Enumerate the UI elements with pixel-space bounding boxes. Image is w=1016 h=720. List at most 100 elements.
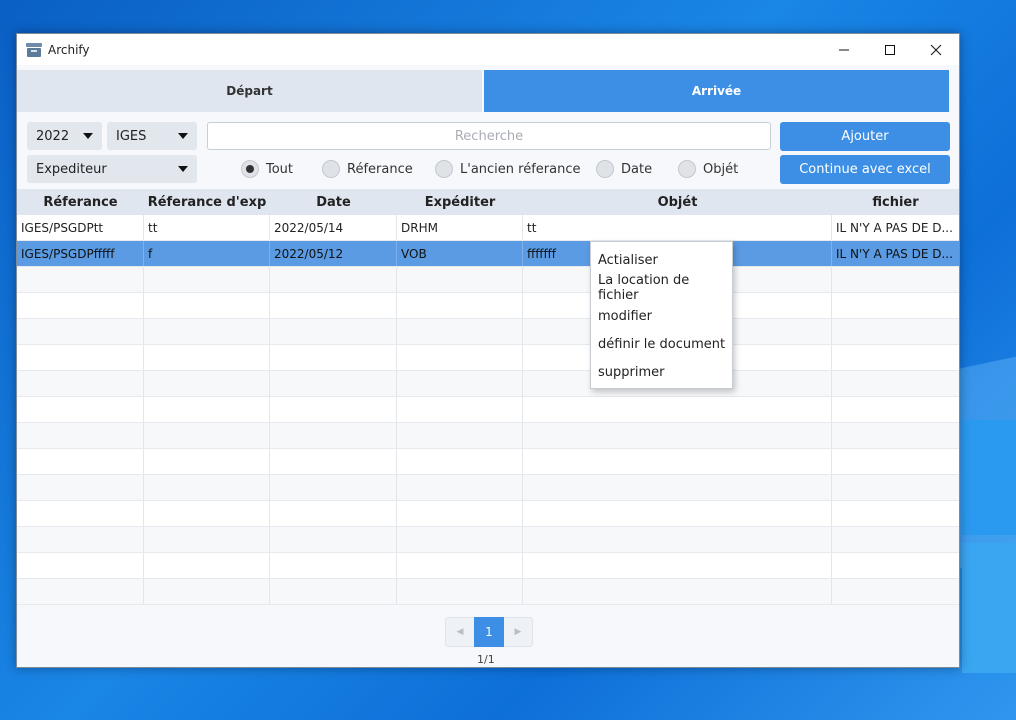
table-cell [523, 501, 832, 526]
search-input[interactable] [207, 122, 771, 150]
filter-radio-referance[interactable]: Réferance [322, 158, 413, 180]
prev-page-button[interactable]: ◀ [446, 618, 474, 646]
close-button[interactable] [913, 34, 959, 65]
tab-depart[interactable]: Départ [17, 70, 482, 112]
table-cell: DRHM [397, 215, 523, 240]
filter-radio-ancien-referance[interactable]: L'ancien réferance [435, 158, 580, 180]
table-cell [270, 267, 397, 292]
table-cell [397, 449, 523, 474]
table-cell [270, 553, 397, 578]
table-cell [144, 449, 270, 474]
tab-bar: Départ Arrivée [17, 70, 949, 112]
table-cell [832, 475, 959, 500]
menu-item-file-location[interactable]: La location de fichier [591, 273, 732, 303]
close-icon [930, 44, 942, 55]
empty-rows [17, 267, 959, 605]
table-cell [832, 397, 959, 422]
column-header[interactable]: Réferance [17, 189, 144, 215]
table-cell [144, 267, 270, 292]
menu-item-define-document[interactable]: définir le document [591, 330, 732, 358]
table-cell [17, 449, 144, 474]
table-cell [832, 345, 959, 370]
filter-label: Réferance [347, 161, 413, 177]
radio-checked-icon [241, 160, 259, 178]
org-select[interactable]: IGES [107, 122, 197, 150]
table-cell [397, 319, 523, 344]
page-info: 1/1 [477, 653, 495, 666]
column-header[interactable]: Expéditer [397, 189, 523, 215]
table-cell: tt [144, 215, 270, 240]
column-header[interactable]: Réferance d'exp [144, 189, 270, 215]
year-select-value: 2022 [36, 128, 70, 144]
org-select-value: IGES [116, 128, 147, 144]
table-cell [17, 527, 144, 552]
table-cell [832, 293, 959, 318]
desktop-decoration [962, 420, 1016, 535]
empty-table-row [17, 475, 959, 501]
table-header: Réferance Réferance d'exp Date Expéditer… [17, 189, 959, 215]
table-cell [17, 267, 144, 292]
table-cell [397, 423, 523, 448]
table-cell [270, 397, 397, 422]
table-cell [270, 345, 397, 370]
add-button[interactable]: Ajouter [780, 122, 950, 151]
table-cell [397, 293, 523, 318]
table-cell: IL N'Y A PAS DE D... [836, 246, 953, 261]
menu-item-actualiser[interactable]: Actialiser [591, 246, 732, 274]
filter-radio-tout[interactable]: Tout [241, 158, 293, 180]
title-bar[interactable]: Archify [17, 34, 959, 65]
page-1-button[interactable]: 1 [474, 617, 504, 647]
column-header[interactable]: fichier [832, 189, 959, 215]
table-cell [17, 371, 144, 396]
menu-item-modifier[interactable]: modifier [591, 302, 732, 330]
column-header[interactable]: Objét [523, 189, 832, 215]
table-cell [144, 501, 270, 526]
table-cell: f [144, 241, 270, 266]
table-cell [397, 371, 523, 396]
table-cell: IGES/PSGDPtt [17, 215, 144, 240]
table-cell [832, 527, 959, 552]
archive-box-icon [26, 42, 42, 57]
table-row[interactable]: IGES/PSGDPtt tt 2022/05/14 DRHM tt IL N'… [17, 215, 959, 241]
maximize-button[interactable] [867, 34, 913, 65]
table-cell [144, 371, 270, 396]
empty-table-row [17, 267, 959, 293]
chevron-down-icon [178, 133, 188, 139]
window-title: Archify [48, 42, 90, 57]
table-cell [397, 501, 523, 526]
empty-table-row [17, 423, 959, 449]
table-row-selected[interactable]: IGES/PSGDPfffff f 2022/05/12 VOB fffffff… [17, 241, 959, 267]
type-select-value: Expediteur [36, 161, 107, 177]
column-header[interactable]: Date [270, 189, 397, 215]
table-cell [17, 553, 144, 578]
table-cell [832, 501, 959, 526]
empty-table-row [17, 501, 959, 527]
filter-radio-objet[interactable]: Objét [678, 158, 738, 180]
filter-label: L'ancien réferance [460, 161, 581, 177]
empty-table-row [17, 553, 959, 579]
type-select[interactable]: Expediteur [27, 155, 197, 183]
table-cell [144, 345, 270, 370]
toolbar: 2022 IGES Ajouter Expediteur Tout Réfera… [17, 119, 959, 189]
excel-button[interactable]: Continue avec excel [780, 155, 950, 184]
table-cell [17, 319, 144, 344]
year-select[interactable]: 2022 [27, 122, 102, 150]
table-cell [397, 579, 523, 604]
minimize-button[interactable] [821, 34, 867, 65]
table-cell [832, 371, 959, 396]
table-cell [832, 319, 959, 344]
menu-item-supprimer[interactable]: supprimer [591, 358, 732, 386]
documents-table: Réferance Réferance d'exp Date Expéditer… [17, 189, 959, 605]
table-cell: tt [523, 215, 832, 240]
next-page-button[interactable]: ▶ [504, 618, 532, 646]
filter-radio-date[interactable]: Date [596, 158, 652, 180]
radio-unchecked-icon [596, 160, 614, 178]
table-cell: 2022/05/14 [270, 215, 397, 240]
table-cell [270, 319, 397, 344]
chevron-right-icon: ▶ [514, 627, 522, 637]
table-cell [832, 449, 959, 474]
chevron-down-icon [83, 133, 93, 139]
tab-arrivee[interactable]: Arrivée [484, 70, 949, 112]
empty-table-row [17, 293, 959, 319]
filter-label: Date [621, 161, 653, 177]
